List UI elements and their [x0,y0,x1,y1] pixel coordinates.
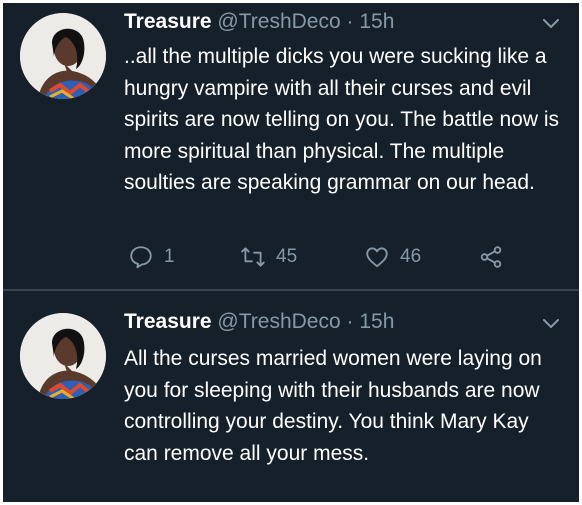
timestamp[interactable]: 15h [359,310,394,333]
tweet-text: All the curses married women were laying… [124,347,542,465]
timeline: Treasure @TreshDeco · 15h ..all the mult… [3,3,579,502]
tweet-header: Treasure @TreshDeco · 15h [124,309,539,335]
user-handle[interactable]: @TreshDeco [217,10,340,33]
display-name[interactable]: Treasure [124,310,212,333]
tweet-text: ..all the multiple dicks you were suckin… [124,45,560,194]
tweet[interactable]: Treasure @TreshDeco · 15h All the curses… [3,291,579,502]
like-count: 46 [400,246,422,267]
retweet-count: 45 [276,246,298,267]
separator-dot: · [346,10,354,33]
display-name[interactable]: Treasure [124,10,212,33]
chevron-down-icon[interactable] [543,19,559,29]
reply-icon [130,246,152,269]
timestamp[interactable]: 15h [359,10,394,33]
retweet-icon [241,247,265,267]
reply-button[interactable]: 1 [128,242,175,272]
avatar[interactable] [20,313,106,399]
like-icon [366,247,388,268]
reply-count: 1 [164,246,175,267]
avatar[interactable] [20,13,106,99]
share-button[interactable] [478,242,504,272]
like-button[interactable]: 46 [364,242,421,272]
share-icon [480,246,502,268]
chevron-down-icon[interactable] [543,319,559,329]
tweet-header: Treasure @TreshDeco · 15h [124,9,539,35]
user-handle[interactable]: @TreshDeco [217,310,340,333]
separator-dot: · [346,310,354,333]
tweet[interactable]: Treasure @TreshDeco · 15h ..all the mult… [3,3,579,289]
retweet-button[interactable]: 45 [240,242,297,272]
